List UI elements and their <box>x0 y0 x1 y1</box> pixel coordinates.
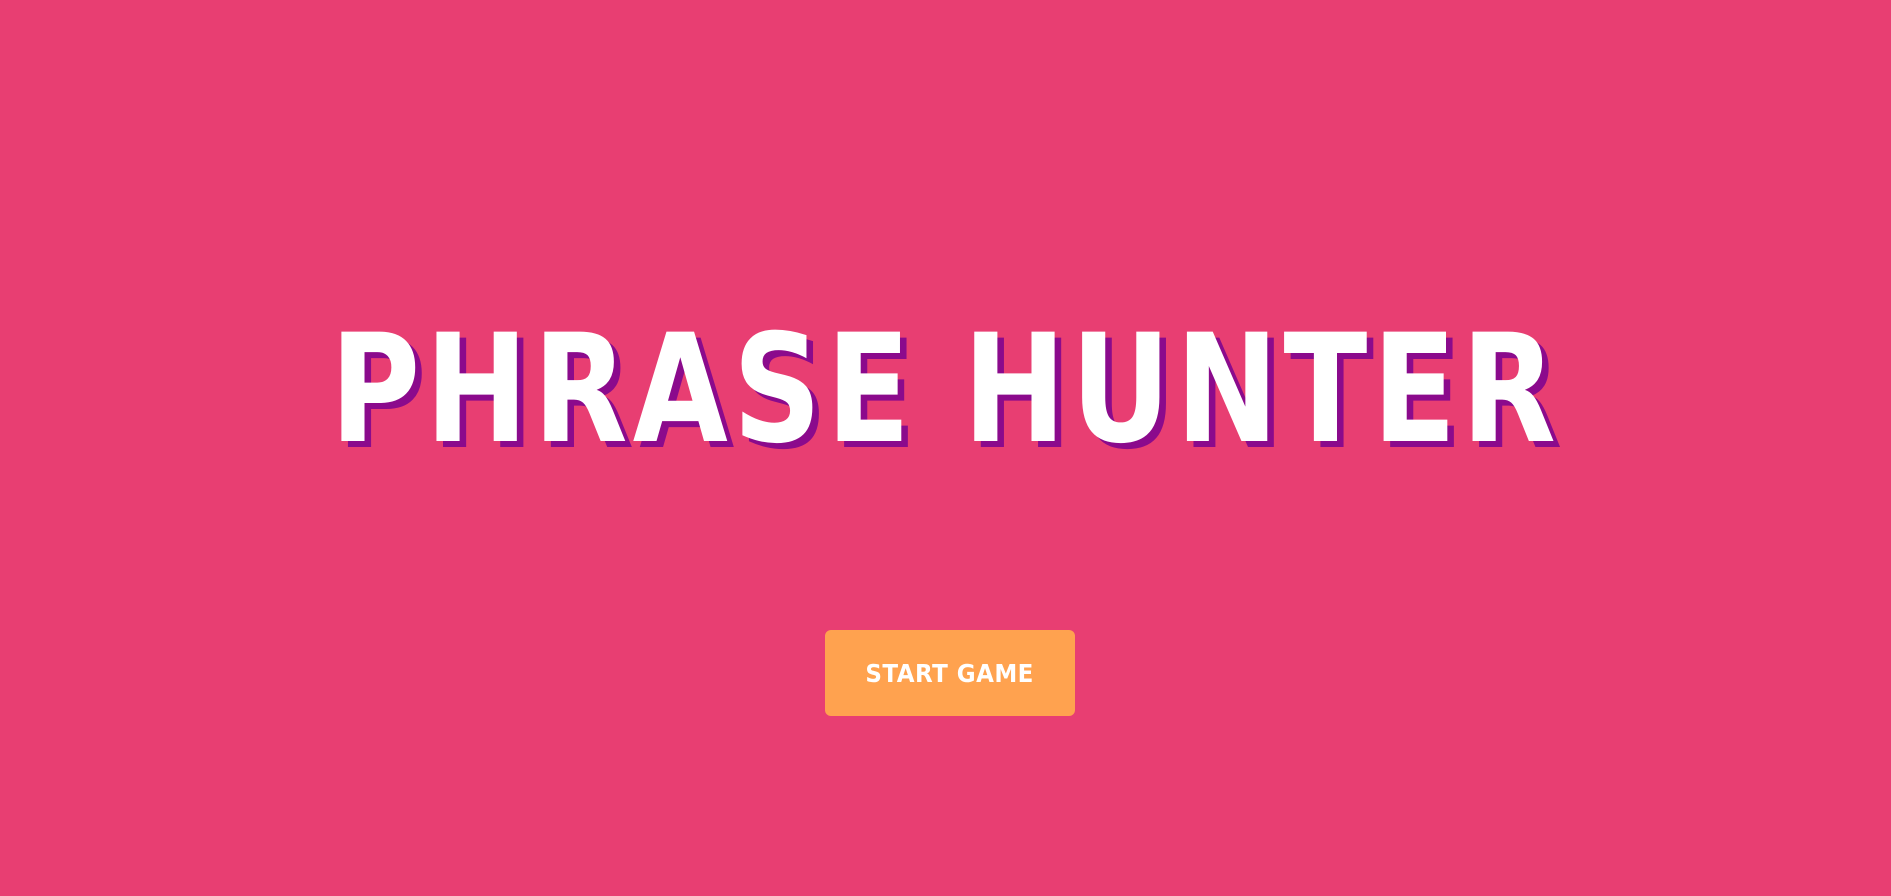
start-game-button[interactable]: START GAME <box>825 630 1075 716</box>
game-title: PHRASE HUNTER <box>330 303 1561 477</box>
start-overlay: PHRASE HUNTER START GAME <box>0 0 1891 896</box>
start-game-button-label: START GAME <box>865 658 1035 688</box>
